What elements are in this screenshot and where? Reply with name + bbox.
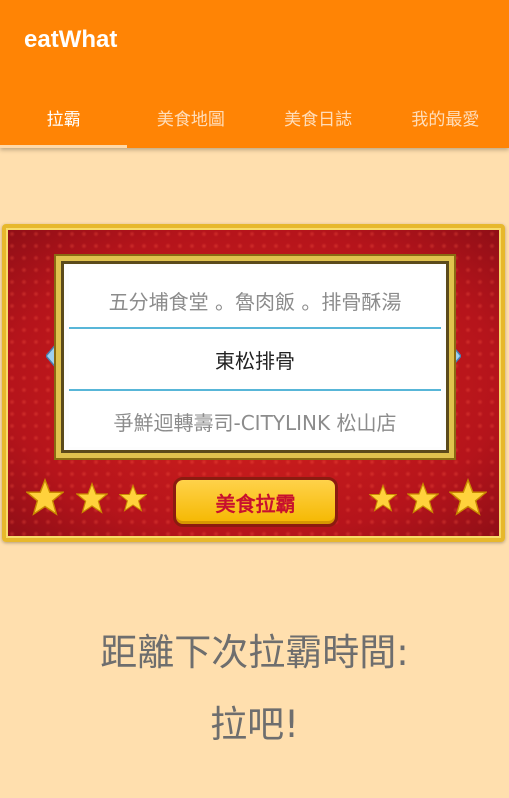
tab-favorites[interactable]: 我的最愛 <box>382 86 509 148</box>
tab-slot[interactable]: 拉霸 <box>0 86 128 148</box>
slot-machine: 五分埔食堂 。魯肉飯 。排骨酥湯 東松排骨 爭鮮迴轉壽司-CITYLINK 松山… <box>2 224 505 542</box>
reel-window: 五分埔食堂 。魯肉飯 。排骨酥湯 東松排骨 爭鮮迴轉壽司-CITYLINK 松山… <box>56 256 454 458</box>
app-bar: eatWhat 拉霸 美食地圖 美食日誌 我的最愛 <box>0 0 509 148</box>
reel-divider-bottom <box>69 389 441 391</box>
reel-item-bottom: 爭鮮迴轉壽司-CITYLINK 松山店 <box>113 410 397 435</box>
next-spin-time-label: 距離下次拉霸時間: <box>100 631 409 674</box>
go-label: 拉吧! <box>210 703 299 746</box>
star-icon <box>119 484 147 512</box>
spin-button[interactable]: 美食拉霸 <box>173 477 338 527</box>
star-icon <box>449 478 487 516</box>
reel-item-top: 五分埔食堂 。魯肉飯 。排骨酥湯 <box>108 289 402 314</box>
app-title: eatWhat <box>24 26 118 53</box>
reel-divider-top <box>69 327 441 329</box>
reel-item-selected: 東松排骨 <box>215 348 295 373</box>
tab-bar: 拉霸 美食地圖 美食日誌 我的最愛 <box>0 86 509 148</box>
tab-food-diary[interactable]: 美食日誌 <box>255 86 382 148</box>
reel[interactable]: 五分埔食堂 。魯肉飯 。排骨酥湯 東松排骨 爭鮮迴轉壽司-CITYLINK 松山… <box>69 267 441 447</box>
star-icon <box>407 482 439 514</box>
star-icon <box>369 484 397 512</box>
star-icon <box>26 478 64 516</box>
tab-food-map[interactable]: 美食地圖 <box>127 86 254 148</box>
star-icon <box>76 482 108 514</box>
